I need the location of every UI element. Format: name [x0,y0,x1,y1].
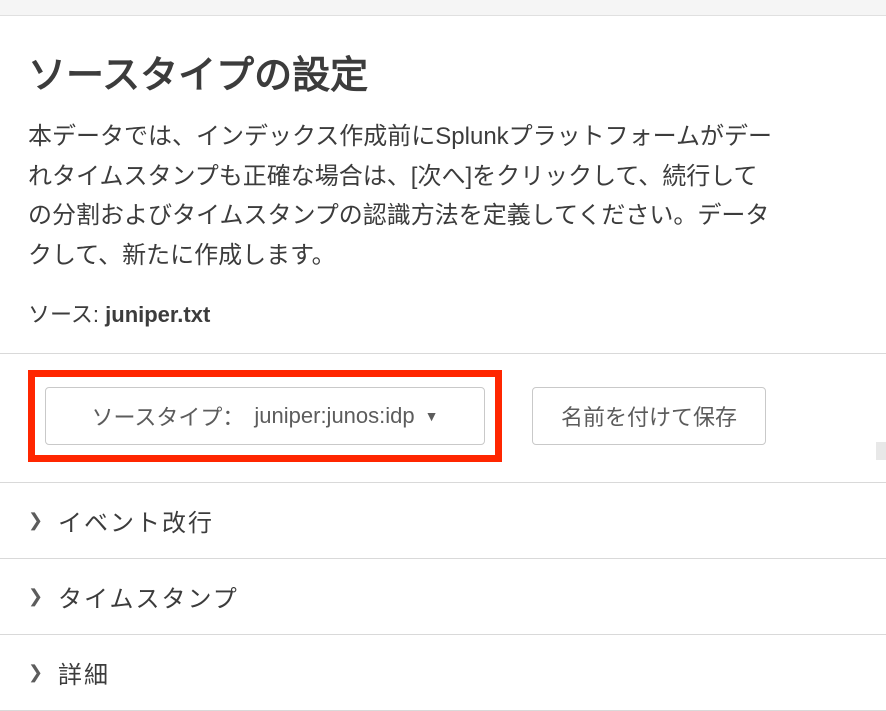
controls-row: ソースタイプ： juniper:junos:idp ▼ 名前を付けて保存 [0,353,886,482]
source-label: ソース: juniper.txt [28,297,858,329]
sourcetype-label-text: ソースタイプ： [92,400,245,432]
source-label-text: ソース: [28,302,99,327]
description-line: の分割およびタイムスタンプの認識方法を定義してください。データ [28,196,858,236]
description-line: れタイムスタンプも正確な場合は、[次へ]をクリックして、続行して [28,157,858,197]
sourcetype-dropdown[interactable]: ソースタイプ： juniper:junos:idp ▼ [45,387,485,445]
sourcetype-value: juniper:junos:idp [254,403,414,429]
scrollbar-hint[interactable] [876,442,886,460]
chevron-right-icon: ❯ [28,662,40,683]
accordion-label: タイムスタンプ [58,579,239,614]
accordion-item-event-break[interactable]: ❯ イベント改行 [0,483,886,559]
highlight-annotation: ソースタイプ： juniper:junos:idp ▼ [28,370,502,462]
accordion-item-timestamp[interactable]: ❯ タイムスタンプ [0,559,886,635]
content-area: ソースタイプの設定 本データでは、インデックス作成前にSplunkプラットフォー… [0,16,886,329]
description-line: クして、新たに作成します。 [28,236,858,276]
chevron-right-icon: ❯ [28,586,40,607]
source-filename: juniper.txt [105,302,210,327]
save-as-button[interactable]: 名前を付けて保存 [532,387,766,445]
accordion-list: ❯ イベント改行 ❯ タイムスタンプ ❯ 詳細 [0,482,886,711]
accordion-label: イベント改行 [58,503,214,538]
accordion-item-detail[interactable]: ❯ 詳細 [0,635,886,711]
accordion-label: 詳細 [58,655,110,690]
description-line: 本データでは、インデックス作成前にSplunkプラットフォームがデー [28,117,858,157]
page-title: ソースタイプの設定 [28,44,858,99]
top-bar [0,0,886,16]
caret-down-icon: ▼ [425,408,439,424]
description-text: 本データでは、インデックス作成前にSplunkプラットフォームがデー れタイムス… [28,117,858,275]
chevron-right-icon: ❯ [28,510,40,531]
